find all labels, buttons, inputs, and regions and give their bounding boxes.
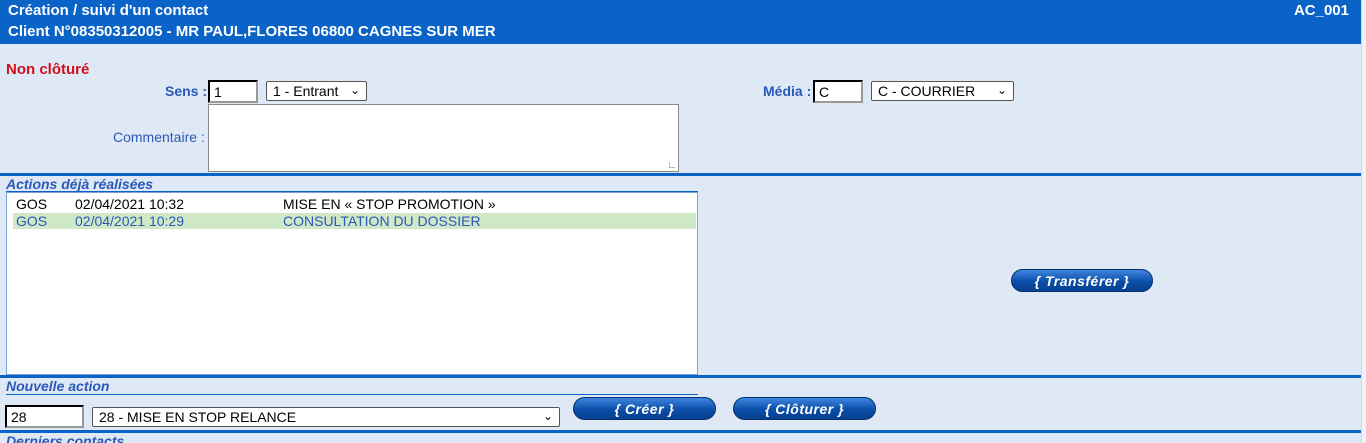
actions-section-title: Actions déjà réalisées xyxy=(6,176,154,192)
media-label: Média : xyxy=(763,83,812,99)
action-code-input[interactable]: 28 xyxy=(5,405,84,428)
section-divider xyxy=(0,375,1361,378)
create-button[interactable]: { Créer } xyxy=(573,397,716,420)
last-contacts-section-title: Derniers contacts xyxy=(6,433,125,443)
action-select[interactable]: 28 - MISE EN STOP RELANCE ⌄ xyxy=(92,407,560,427)
action-select-value: 28 - MISE EN STOP RELANCE xyxy=(99,409,297,425)
chevron-down-icon: ⌄ xyxy=(996,83,1007,97)
transfer-button[interactable]: { Transférer } xyxy=(1011,269,1153,292)
section-underline xyxy=(6,394,698,395)
list-item[interactable]: GOS 02/04/2021 10:32 MISE EN « STOP PROM… xyxy=(13,196,696,212)
action-date: 02/04/2021 10:29 xyxy=(75,213,184,229)
vertical-scrollbar[interactable] xyxy=(1361,0,1366,443)
actions-list[interactable]: GOS 02/04/2021 10:32 MISE EN « STOP PROM… xyxy=(6,192,698,375)
action-date: 02/04/2021 10:32 xyxy=(75,196,184,212)
client-info: Client N°08350312005 - MR PAUL,FLORES 06… xyxy=(8,23,496,40)
chevron-down-icon: ⌄ xyxy=(542,409,553,423)
action-user: GOS xyxy=(16,196,48,212)
action-label: CONSULTATION DU DOSSIER xyxy=(283,213,481,229)
status-label: Non clôturé xyxy=(6,61,90,78)
sens-select[interactable]: 1 - Entrant ⌄ xyxy=(266,81,367,101)
media-select[interactable]: C - COURRIER ⌄ xyxy=(871,81,1014,101)
screen-code: AC_001 xyxy=(1293,2,1349,19)
chevron-down-icon: ⌄ xyxy=(349,83,360,97)
page-header: Création / suivi d'un contact Client N°0… xyxy=(0,0,1361,44)
resize-grip-icon[interactable]: ∟ xyxy=(667,161,677,171)
sens-code-input[interactable]: 1 xyxy=(208,80,258,103)
sens-label: Sens : xyxy=(165,83,208,99)
new-action-section-title: Nouvelle action xyxy=(6,378,110,394)
comment-textarea[interactable]: ∟ xyxy=(208,104,679,172)
close-contact-button[interactable]: { Clôturer } xyxy=(733,397,876,420)
section-divider xyxy=(0,430,1361,433)
page-title: Création / suivi d'un contact xyxy=(8,2,209,19)
action-label: MISE EN « STOP PROMOTION » xyxy=(283,196,496,212)
media-select-value: C - COURRIER xyxy=(878,83,976,99)
media-code-input[interactable]: C xyxy=(813,80,863,103)
contact-form-frame: Création / suivi d'un contact Client N°0… xyxy=(0,0,1361,443)
action-user: GOS xyxy=(16,213,48,229)
list-item-selected[interactable]: GOS 02/04/2021 10:29 CONSULTATION DU DOS… xyxy=(13,213,696,229)
section-divider xyxy=(0,173,1361,176)
comment-label: Commentaire : xyxy=(113,129,205,145)
sens-select-value: 1 - Entrant xyxy=(273,83,339,99)
